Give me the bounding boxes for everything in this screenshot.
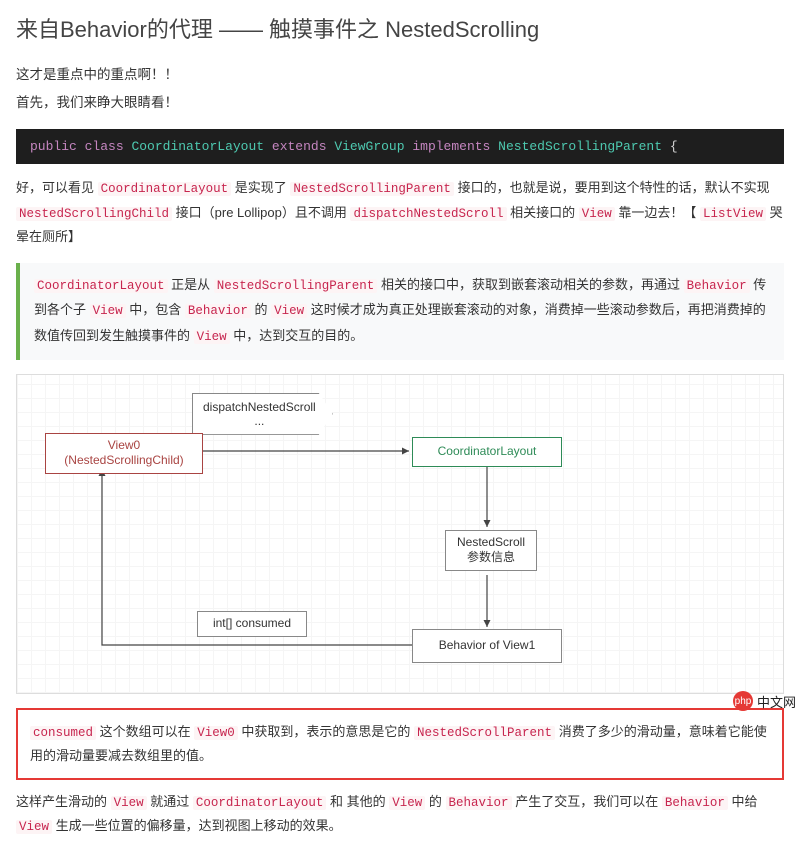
text: 中，达到交互的目的。: [233, 328, 363, 343]
diagram-arrows: [17, 375, 783, 693]
text: 接口的，也就是说，要用到这个特性的话，默认不实现: [458, 180, 770, 195]
code-view0: View0: [194, 726, 238, 740]
text: 正是从: [171, 277, 214, 292]
kw-class: class: [85, 139, 124, 154]
code-view: View: [271, 304, 307, 318]
text: 相关的接口中，获取到嵌套滚动相关的参数，再通过: [381, 277, 684, 292]
intro-line-2: 首先，我们来睁大眼睛看！: [16, 92, 784, 114]
code-coordinatorlayout: CoordinatorLayout: [98, 182, 232, 196]
text: 中获取到，表示的意思是它的: [241, 724, 414, 739]
code-view: View: [90, 304, 126, 318]
intro-block: 这才是重点中的重点啊！！ 首先，我们来睁大眼睛看！: [16, 64, 784, 113]
flow-diagram: dispatchNestedScroll ... View0 (NestedSc…: [16, 374, 784, 694]
code-nestedscrollparent: NestedScrollParent: [414, 726, 555, 740]
code-view: View: [579, 207, 615, 221]
text: 靠一边去！【: [618, 205, 700, 220]
code-view: View: [194, 330, 230, 344]
code-view: View: [389, 796, 425, 810]
code-coordinatorlayout: CoordinatorLayout: [34, 279, 168, 293]
code-behavior: Behavior: [662, 796, 728, 810]
coordinator-label: CoordinatorLayout: [438, 444, 537, 460]
nested-line1: NestedScroll: [457, 535, 525, 551]
brace: {: [670, 139, 678, 154]
code-listview: ListView: [700, 207, 766, 221]
code-nestedscrollingparent: NestedScrollingParent: [290, 182, 454, 196]
super-name: ViewGroup: [334, 139, 404, 154]
text: 相关接口的: [510, 205, 579, 220]
kw-public: public: [30, 139, 77, 154]
code-view: View: [16, 820, 52, 834]
text: 接口（pre Lollipop）且不调用: [176, 205, 351, 220]
section-heading: 来自Behavior的代理 —— 触摸事件之 NestedScrolling: [16, 12, 784, 44]
text: 的: [429, 794, 446, 809]
node-coordinator: CoordinatorLayout: [412, 437, 562, 467]
text: 中，包含: [129, 302, 185, 317]
class-name: CoordinatorLayout: [131, 139, 264, 154]
view0-sub: (NestedScrollingChild): [64, 453, 183, 469]
node-dispatch: dispatchNestedScroll ...: [192, 393, 333, 435]
iface-name: NestedScrollingParent: [498, 139, 662, 154]
text: 这样产生滑动的: [16, 794, 111, 809]
behavior-label: Behavior of View1: [439, 638, 536, 654]
callout-box: consumed 这个数组可以在 View0 中获取到，表示的意思是它的 Nes…: [16, 708, 784, 780]
consumed-label: int[] consumed: [213, 616, 291, 632]
text: 产生了交互，我们可以在: [515, 794, 662, 809]
nested-line2: 参数信息: [467, 550, 515, 566]
code-nestedscrollingchild: NestedScrollingChild: [16, 207, 172, 221]
kw-implements: implements: [412, 139, 490, 154]
text: 的: [255, 302, 272, 317]
code-view: View: [111, 796, 147, 810]
dispatch-label: dispatchNestedScroll ...: [203, 400, 316, 428]
node-consumed: int[] consumed: [197, 611, 307, 637]
text: 就通过: [150, 794, 193, 809]
paragraph-2: 这样产生滑动的 View 就通过 CoordinatorLayout 和 其他的…: [16, 790, 784, 839]
php-icon: php: [733, 691, 753, 711]
text: 这个数组可以在: [100, 724, 195, 739]
code-behavior: Behavior: [684, 279, 750, 293]
text: 好，可以看见: [16, 180, 98, 195]
code-coordinatorlayout: CoordinatorLayout: [193, 796, 327, 810]
code-block: public class CoordinatorLayout extends V…: [16, 129, 784, 164]
code-consumed: consumed: [30, 726, 96, 740]
intro-line-1: 这才是重点中的重点啊！！: [16, 64, 784, 86]
kw-extends: extends: [272, 139, 327, 154]
node-view0: View0 (NestedScrollingChild): [45, 433, 203, 474]
paragraph-1: 好，可以看见 CoordinatorLayout 是实现了 NestedScro…: [16, 176, 784, 248]
text: 中给: [731, 794, 757, 809]
site-badge[interactable]: php 中文网: [733, 691, 796, 711]
text: 生成一些位置的偏移量，达到视图上移动的效果。: [56, 818, 342, 833]
node-nestedscroll-info: NestedScroll 参数信息: [445, 530, 537, 571]
badge-text: 中文网: [757, 692, 796, 711]
text: 和 其他的: [330, 794, 389, 809]
node-behavior: Behavior of View1: [412, 629, 562, 663]
view0-title: View0: [108, 438, 140, 454]
code-behavior: Behavior: [185, 304, 251, 318]
code-dispatchnestedscroll: dispatchNestedScroll: [350, 207, 506, 221]
code-behavior: Behavior: [446, 796, 512, 810]
quote-block: CoordinatorLayout 正是从 NestedScrollingPar…: [16, 263, 784, 360]
code-nestedscrollingparent: NestedScrollingParent: [214, 279, 378, 293]
text: 是实现了: [235, 180, 291, 195]
